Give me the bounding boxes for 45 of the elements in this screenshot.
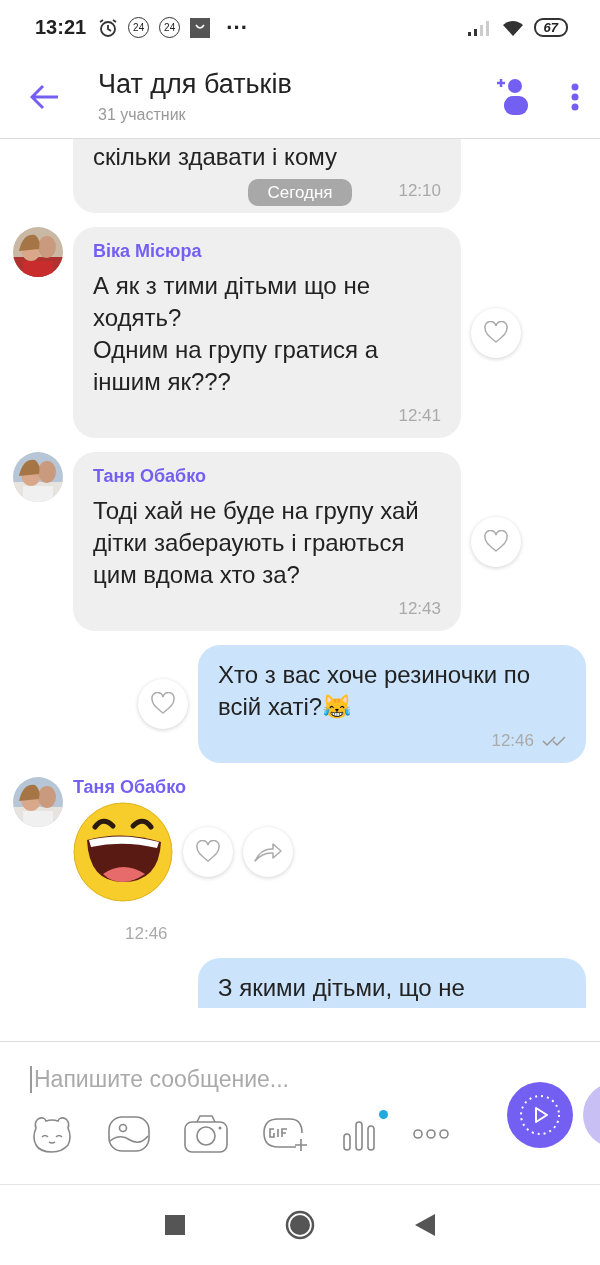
like-button[interactable] xyxy=(138,679,188,729)
like-button[interactable] xyxy=(471,307,521,358)
sender-name: Віка Місюра xyxy=(93,241,203,262)
sticker-button[interactable] xyxy=(30,1115,74,1153)
more-button[interactable] xyxy=(412,1128,450,1140)
message-text: А як з тими дітьми що не ходять? Одним на групу гратися а іншим як??? xyxy=(93,271,380,397)
play-icon xyxy=(519,1094,561,1136)
message-time: 12:41 xyxy=(398,406,441,426)
gif-button[interactable] xyxy=(262,1115,308,1153)
back-button[interactable] xyxy=(30,83,60,110)
home-button[interactable] xyxy=(285,1210,315,1240)
participant-count: 31 участник xyxy=(98,106,187,124)
signal-icon xyxy=(467,19,492,36)
gallery-button[interactable] xyxy=(108,1116,150,1152)
clock-time: 13:21 xyxy=(35,16,87,39)
message-time: 12:46 xyxy=(491,731,534,751)
date-separator: Сегодня xyxy=(248,179,352,206)
wifi-icon xyxy=(501,19,524,36)
menu-button[interactable] xyxy=(570,82,580,111)
heart-icon xyxy=(195,840,221,864)
chat-title: Чат для батьків xyxy=(98,69,293,100)
message-text: Хто з вас хоче резиночки по всій хаті?😹 xyxy=(218,660,532,722)
message-input[interactable]: Напишите сообщение... xyxy=(30,1066,474,1093)
alarm-icon xyxy=(98,17,119,38)
share-button[interactable] xyxy=(243,827,293,877)
camera-button[interactable] xyxy=(184,1115,228,1153)
app-notification-icon xyxy=(190,17,211,38)
forward-arrow-icon xyxy=(253,841,283,863)
more-notifications: ··· xyxy=(226,14,249,41)
battery-level: 67 xyxy=(533,18,568,37)
like-button[interactable] xyxy=(471,516,521,567)
message-text: З якими дітьми, що не xyxy=(218,973,466,1003)
sender-name: Таня Обабко xyxy=(93,466,207,487)
message-text: скільки здавати і кому xyxy=(93,142,338,172)
message-time: 12:46 xyxy=(125,924,169,944)
heart-icon xyxy=(483,320,509,345)
add-participant-button[interactable] xyxy=(496,77,528,116)
message-time: 12:43 xyxy=(398,599,441,619)
back-nav-button[interactable] xyxy=(415,1214,435,1236)
sender-name: Таня Обабко xyxy=(73,777,187,798)
like-button[interactable] xyxy=(183,827,233,877)
heart-icon xyxy=(483,529,509,554)
message-text: Тоді хай не буде на групу хай дітки забераують і граються цим вдома хто за? xyxy=(93,496,420,590)
message-time: 12:10 xyxy=(398,181,441,201)
heart-icon xyxy=(150,692,176,716)
